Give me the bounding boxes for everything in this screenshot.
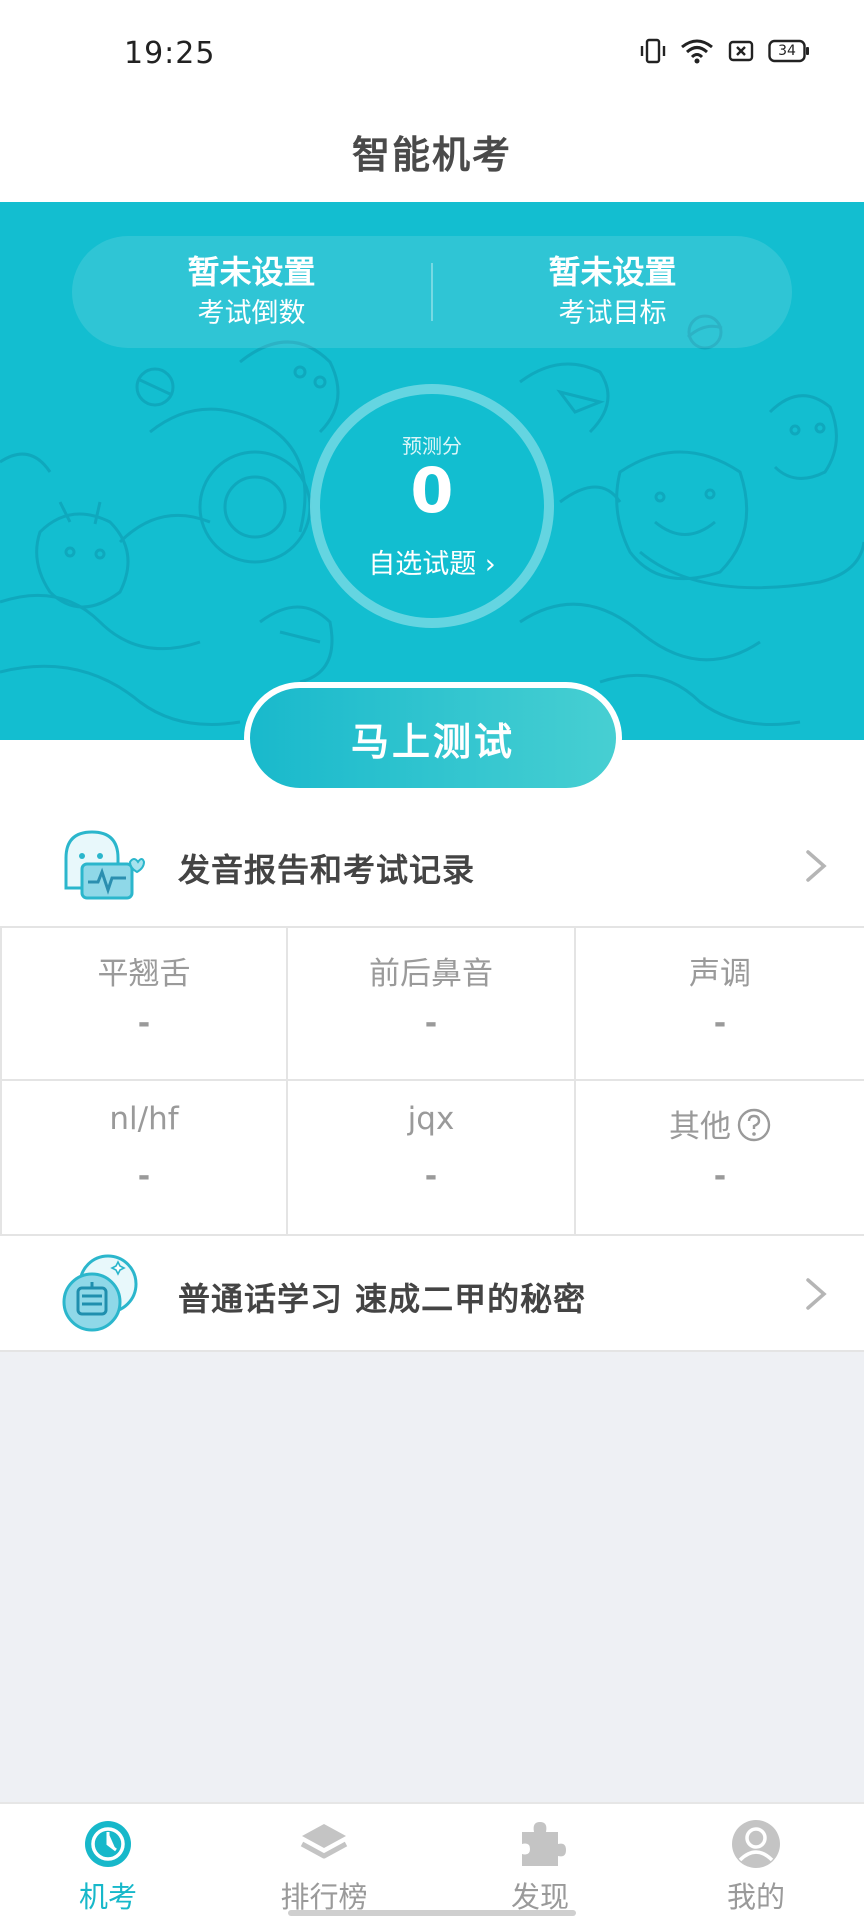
predicted-score-ring: 预测分 0 自选试题 ›	[310, 384, 554, 628]
report-row[interactable]: 发音报告和考试记录	[0, 818, 864, 918]
stat-title: 声调	[689, 956, 751, 992]
stat-title-row: 其他	[576, 1101, 864, 1150]
nav-item-exam[interactable]: 机考	[0, 1804, 216, 1920]
nav-label: 机考	[78, 1880, 137, 1914]
pronunciation-stats-grid: 平翘舌 - 前后鼻音 - 声调 - nl/hf - jqx - 其他 -	[0, 926, 864, 1236]
score-value: 0	[410, 454, 454, 527]
countdown-label: 考试倒数	[197, 298, 306, 329]
countdown-value: 暂未设置	[187, 253, 316, 291]
goal-value: 暂未设置	[548, 253, 677, 291]
report-heartbeat-icon	[58, 828, 146, 908]
chevron-right-icon	[804, 848, 828, 888]
report-row-label: 发音报告和考试记录	[178, 851, 476, 889]
bottom-nav: 机考 排行榜 发现 我的	[0, 1802, 864, 1920]
study-row[interactable]: 普通话学习 速成二甲的秘密	[0, 1244, 864, 1348]
exam-icon	[82, 1818, 134, 1874]
exam-countdown-setting[interactable]: 暂未设置 考试倒数	[72, 252, 431, 332]
nav-item-discover[interactable]: 发现	[432, 1804, 648, 1920]
stat-cell: 平翘舌 -	[0, 928, 288, 1081]
puzzle-icon	[514, 1818, 566, 1874]
stat-cell: 声调 -	[576, 928, 864, 1081]
battery-icon: 34	[768, 39, 810, 63]
layers-icon	[298, 1818, 350, 1874]
profile-icon	[730, 1818, 782, 1874]
stat-cell: jqx -	[288, 1081, 576, 1234]
stat-cell: nl/hf -	[0, 1081, 288, 1234]
title-bar: 智能机考	[0, 100, 864, 202]
stat-title: jqx	[407, 1101, 455, 1137]
hero-banner: 暂未设置 考试倒数 暂未设置 考试目标 预测分 0 自选试题 ›	[0, 202, 864, 740]
stat-title: 其他	[669, 1109, 731, 1145]
study-row-label: 普通话学习 速成二甲的秘密	[178, 1280, 587, 1318]
nav-item-profile[interactable]: 我的	[648, 1804, 864, 1920]
stat-title: nl/hf	[109, 1101, 179, 1137]
stat-value: -	[137, 1159, 151, 1194]
start-test-button[interactable]: 马上测试	[244, 682, 622, 794]
help-icon[interactable]	[737, 1108, 771, 1150]
stat-value: -	[713, 1159, 727, 1194]
home-indicator[interactable]	[288, 1910, 576, 1916]
stat-value: -	[424, 1006, 438, 1041]
chevron-right-icon	[804, 1276, 828, 1316]
status-bar: 19:25 34	[0, 0, 864, 100]
status-time: 19:25	[124, 36, 216, 71]
battery-level: 34	[778, 43, 796, 59]
stat-value: -	[424, 1159, 438, 1194]
section-divider	[0, 1350, 864, 1352]
stat-value: -	[713, 1006, 727, 1041]
stat-cell: 其他 -	[576, 1081, 864, 1234]
main-content: 发音报告和考试记录 平翘舌 - 前后鼻音 - 声调 - nl/hf - jqx …	[0, 740, 864, 1352]
nav-item-ranking[interactable]: 排行榜	[216, 1804, 432, 1920]
stat-title: 平翘舌	[97, 956, 191, 992]
vibrate-icon	[640, 38, 666, 64]
stat-cell: 前后鼻音 -	[288, 928, 576, 1081]
stat-title: 前后鼻音	[369, 956, 493, 992]
select-questions-link[interactable]: 自选试题 ›	[320, 542, 544, 581]
exam-settings-pill: 暂未设置 考试倒数 暂未设置 考试目标	[72, 236, 792, 348]
nav-label: 我的	[726, 1880, 785, 1914]
page-title: 智能机考	[351, 132, 512, 177]
status-icons: 34	[640, 38, 810, 64]
putonghua-icon	[58, 1252, 142, 1340]
exam-goal-setting[interactable]: 暂未设置 考试目标	[433, 252, 792, 332]
stat-value: -	[137, 1006, 151, 1041]
sim-icon	[728, 39, 754, 63]
wifi-icon	[680, 38, 714, 64]
goal-label: 考试目标	[558, 298, 667, 329]
